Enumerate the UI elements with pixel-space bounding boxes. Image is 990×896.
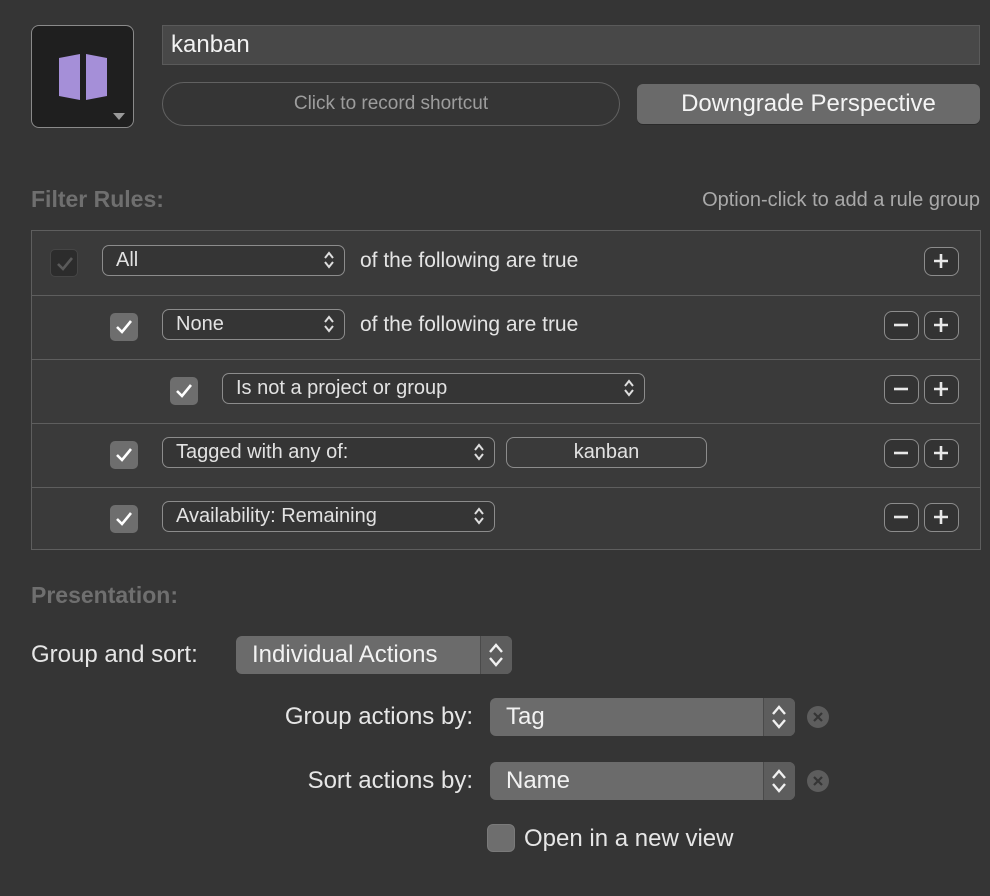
checkmark-icon [116,448,133,462]
rule-match-selector[interactable]: All [102,245,345,276]
filter-rules-table: All of the following are true None of th… [31,230,981,550]
record-shortcut-field[interactable]: Click to record shortcut [162,82,620,126]
add-rule-button[interactable] [924,439,959,468]
add-rule-button[interactable] [924,503,959,532]
rule-row-tagged: Tagged with any of: kanban [32,423,980,488]
rule-checkbox[interactable] [110,313,138,341]
up-down-arrows-icon [474,507,484,525]
clear-group-by-button[interactable] [807,706,829,728]
minus-icon [894,451,908,455]
remove-rule-button[interactable] [884,311,919,340]
group-by-select[interactable]: Tag [490,698,795,736]
tag-token-field[interactable]: kanban [506,437,707,468]
rule-row-not-project: Is not a project or group [32,359,980,424]
rule-text: of the following are true [360,249,579,272]
selector-value: Availability: Remaining [176,505,377,527]
up-down-arrows-icon [489,643,503,667]
sort-by-select[interactable]: Name [490,762,795,800]
clear-sort-by-button[interactable] [807,770,829,792]
plus-icon [934,510,948,524]
plus-icon [934,254,948,268]
remove-rule-button[interactable] [884,375,919,404]
remove-rule-button[interactable] [884,503,919,532]
rule-condition-selector[interactable]: Is not a project or group [222,373,645,404]
plus-icon [934,382,948,396]
rule-text: of the following are true [360,313,579,336]
add-rule-group-hint: Option-click to add a rule group [702,189,980,211]
close-icon [813,712,823,722]
stepper-arrows [763,762,795,800]
filter-rules-title: Filter Rules: [31,186,164,212]
sort-by-label: Sort actions by: [307,767,473,794]
open-new-view-label: Open in a new view [524,825,734,852]
open-new-view-checkbox[interactable] [487,824,515,852]
select-value: Individual Actions [252,641,438,668]
rule-row-all: All of the following are true [32,231,980,296]
checkmark-icon [116,320,133,334]
up-down-arrows-icon [624,379,634,397]
add-rule-button[interactable] [924,247,959,276]
select-value: Name [506,767,571,794]
rule-checkbox[interactable] [170,377,198,405]
rule-checkbox[interactable] [110,505,138,533]
rule-checkbox[interactable] [50,249,78,277]
minus-icon [894,515,908,519]
selector-value: Is not a project or group [236,377,448,399]
checkmark-icon [57,257,74,271]
rule-row-availability: Availability: Remaining [32,487,980,551]
up-down-arrows-icon [474,443,484,461]
rule-match-selector[interactable]: None [162,309,345,340]
plus-icon [934,446,948,460]
perspective-book-icon [59,54,107,100]
chevron-down-icon [113,113,125,120]
perspective-icon-picker[interactable] [31,25,134,128]
selector-value: Tagged with any of: [176,441,349,463]
selector-value: All [116,249,139,271]
up-down-arrows-icon [324,315,334,333]
rule-condition-selector[interactable]: Availability: Remaining [162,501,495,532]
rule-condition-selector[interactable]: Tagged with any of: [162,437,495,468]
up-down-arrows-icon [772,705,786,729]
add-rule-button[interactable] [924,311,959,340]
close-icon [813,776,823,786]
plus-icon [934,318,948,332]
group-by-label: Group actions by: [284,703,473,730]
up-down-arrows-icon [772,769,786,793]
selector-value: None [176,313,224,335]
minus-icon [894,387,908,391]
perspective-name-field[interactable]: kanban [162,25,980,65]
stepper-arrows [480,636,512,674]
up-down-arrows-icon [324,251,334,269]
add-rule-button[interactable] [924,375,959,404]
downgrade-perspective-button[interactable]: Downgrade Perspective [637,84,980,124]
group-sort-select[interactable]: Individual Actions [236,636,512,674]
stepper-arrows [763,698,795,736]
rule-checkbox[interactable] [110,441,138,469]
select-value: Tag [506,703,545,730]
minus-icon [894,323,908,327]
remove-rule-button[interactable] [884,439,919,468]
group-sort-label: Group and sort: [31,641,198,668]
checkmark-icon [116,512,133,526]
checkmark-icon [176,384,193,398]
presentation-title: Presentation: [31,582,178,608]
rule-row-none: None of the following are true [32,295,980,360]
